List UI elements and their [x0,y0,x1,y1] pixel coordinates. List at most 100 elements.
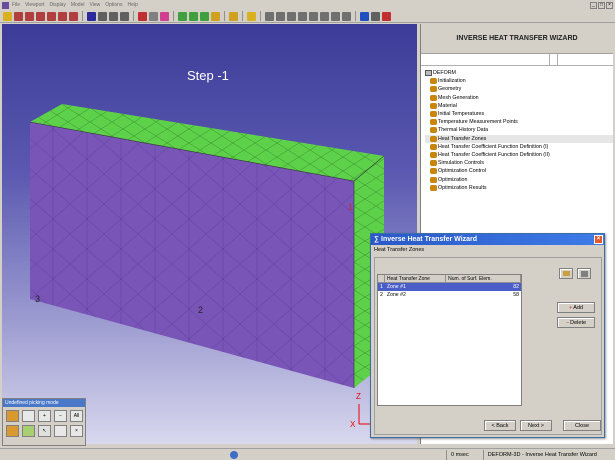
dialog-titlebar[interactable]: ∑ Inverse Heat Transfer Wizard × [371,234,604,245]
back-button[interactable]: < Back [484,420,516,431]
window-controls: _ □ × [590,1,613,9]
menu-view[interactable]: View [89,2,100,8]
pick-element-icon[interactable] [22,410,35,422]
tree-root[interactable]: DEFORM [425,69,613,77]
viewport-3d[interactable]: Step -1 1 2 3 Z X [2,24,417,444]
dialog-close-icon[interactable]: × [594,235,603,244]
ruler-icon[interactable] [247,11,256,21]
tree-item-material[interactable]: Material [425,102,613,110]
step-icon [430,94,437,101]
col-zone[interactable]: Heat Transfer Zone [385,275,447,282]
menu-file[interactable]: File [12,2,20,8]
tree-item-htc-definition-2[interactable]: Heat Transfer Coefficient Function Defin… [425,151,613,159]
snapshot-icon[interactable] [120,11,129,21]
tree-item-label: Optimization [438,176,468,183]
pointer-icon[interactable] [265,11,274,21]
zones-table[interactable]: Heat Transfer Zone Num. of Surf. Elem. 1… [377,274,522,406]
view-2-icon[interactable] [25,11,34,21]
add-node-icon[interactable]: + [38,410,51,422]
view-1-icon[interactable] [14,11,23,21]
row-index: 2 [380,292,383,298]
rotate-z-icon[interactable] [331,11,340,21]
view-5-icon[interactable] [58,11,67,21]
col-elems[interactable]: Num. of Surf. Elem. [446,275,521,282]
step-icon [430,176,437,183]
render-2-icon[interactable] [189,11,198,21]
folder-icon[interactable] [229,11,238,21]
render-4-icon[interactable] [211,11,220,21]
tree-item-temperature-points[interactable]: Temperature Measurement Points [425,118,613,126]
rotate-x-icon[interactable] [309,11,318,21]
menu-help[interactable]: Help [127,2,137,8]
view-3-icon[interactable] [36,11,45,21]
delete-icon[interactable] [138,11,147,21]
step-icon [430,135,437,142]
tree-item-initial-temperatures[interactable]: Initial Temperatures [425,110,613,118]
pick-window-icon[interactable] [6,425,19,437]
next-button[interactable]: Next > [520,420,552,431]
pan-icon[interactable] [276,11,285,21]
tree-item-htc-definition-1[interactable]: Heat Transfer Coefficient Function Defin… [425,143,613,151]
tree-item-label: Simulation Controls [438,160,484,167]
wizard-tree[interactable]: DEFORM Initialization Geometry Mesh Gene… [421,66,613,192]
clear-pick-icon[interactable]: × [70,425,83,437]
table-row[interactable]: 1 Zone #1 82 [378,283,521,291]
tree-item-mesh-generation[interactable]: Mesh Generation [425,94,613,102]
zoom-icon[interactable] [287,11,296,21]
menu-options[interactable]: Options [105,2,122,8]
tree-item-thermal-history[interactable]: Thermal History Data [425,126,613,134]
step-icon [430,168,437,175]
rotate-y-icon[interactable] [320,11,329,21]
view-6-icon[interactable] [69,11,78,21]
pick-node-icon[interactable] [6,410,19,422]
help-pointer-icon[interactable] [360,11,369,21]
remove-node-icon[interactable]: − [54,410,67,422]
close-button[interactable]: Close [563,420,601,431]
tree-item-optimization-control[interactable]: Optimization Control [425,167,613,175]
select-all-button[interactable]: All [70,410,83,422]
minimize-icon[interactable]: _ [590,1,597,9]
save-icon[interactable] [87,11,96,21]
exit-icon[interactable] [382,11,391,21]
close-icon[interactable]: × [606,1,613,9]
menu-display[interactable]: Display [49,2,65,8]
tree-item-optimization-results[interactable]: Optimization Results [425,184,613,192]
pick-box-icon[interactable] [22,425,35,437]
pick-pointer-icon[interactable]: ↖ [38,425,51,437]
toolbar-separator [260,11,261,21]
stop-icon[interactable] [371,11,380,21]
tree-item-simulation-controls[interactable]: Simulation Controls [425,159,613,167]
menu-viewport[interactable]: Viewport [25,2,44,8]
view-4-icon[interactable] [47,11,56,21]
new-icon[interactable] [3,11,12,21]
toolbar-separator [173,11,174,21]
render-1-icon[interactable] [178,11,187,21]
delete-button[interactable]: − Delete [557,317,595,328]
grid-icon[interactable] [149,11,158,21]
table-row[interactable]: 2 Zone #2 58 [378,291,521,299]
camera-icon[interactable] [109,11,118,21]
pick-list-icon[interactable] [54,425,67,437]
print-icon[interactable] [98,11,107,21]
maximize-icon[interactable]: □ [598,1,605,9]
table-view-button[interactable] [577,268,591,279]
color-icon[interactable] [160,11,169,21]
tree-item-label: Optimization Results [438,184,487,191]
tree-item-optimization[interactable]: Optimization [425,175,613,183]
point-label-1: 1 [348,202,354,212]
table-header: Heat Transfer Zone Num. of Surf. Elem. [378,275,521,283]
add-button[interactable]: + Add [557,302,595,313]
app-icon [2,1,9,9]
tree-item-label: Mesh Generation [438,94,479,101]
render-3-icon[interactable] [200,11,209,21]
tree-item-heat-transfer-zones[interactable]: Heat Transfer Zones [425,134,613,143]
tree-item-initialization[interactable]: Initialization [425,77,613,85]
menu-model[interactable]: Model [71,2,85,8]
tree-item-geometry[interactable]: Geometry [425,85,613,93]
rotate-free-icon[interactable] [342,11,351,21]
point-label-3: 3 [35,294,41,304]
picking-tools: + − All ↖ × [3,407,85,440]
open-file-button[interactable] [559,268,573,279]
zoom-box-icon[interactable] [298,11,307,21]
tree-item-label: Material [438,102,457,109]
